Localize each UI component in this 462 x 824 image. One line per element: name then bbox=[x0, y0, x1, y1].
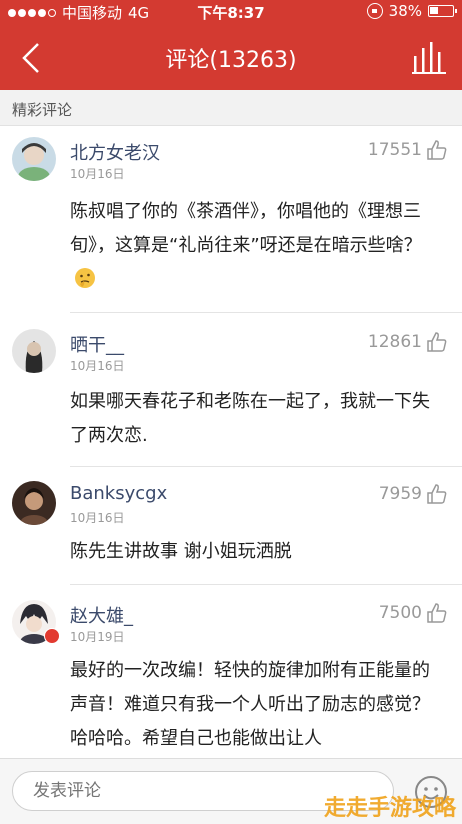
comment-text: 如果哪天春花子和老陈在一起了，我就一下失了两次恋. bbox=[70, 391, 430, 446]
comment-item: 晒干__ 10月16日 12861 如果哪天春花子和老陈在一起了，我就一下失了两… bbox=[0, 329, 462, 467]
like-button[interactable]: 7500 bbox=[379, 602, 448, 624]
watermark-text: 走走手游攻略 bbox=[323, 796, 456, 821]
avatar[interactable] bbox=[12, 329, 56, 373]
status-right: 38% bbox=[366, 2, 457, 20]
section-title: 精彩评论 bbox=[12, 101, 73, 119]
nav-bar: 评论(13263) bbox=[0, 24, 462, 90]
thinking-face-icon bbox=[75, 268, 95, 288]
stats-icon[interactable] bbox=[412, 42, 446, 74]
verified-badge-icon bbox=[44, 628, 60, 644]
comment-text: 陈先生讲故事 谢小姐玩洒脱 bbox=[70, 541, 292, 562]
divider bbox=[70, 466, 462, 467]
like-count: 7500 bbox=[378, 603, 422, 623]
like-count: 12861 bbox=[367, 332, 422, 352]
username[interactable]: Banksycgx bbox=[70, 483, 167, 504]
divider bbox=[70, 312, 462, 313]
comment-text: 陈叔唱了你的《茶酒伴》，你唱他的《理想三旬》，这算是“礼尚往来”呀还是在暗示些啥… bbox=[70, 195, 444, 297]
bottom-bar: 走走手游攻略 bbox=[0, 758, 462, 824]
status-bar: 中国移动 4G 下午8:37 38% bbox=[0, 0, 462, 24]
like-count: 7959 bbox=[378, 484, 422, 504]
section-header: 精彩评论 bbox=[0, 90, 462, 126]
comment-date: 10月16日 bbox=[70, 511, 125, 525]
like-count: 17551 bbox=[367, 140, 422, 160]
comment-item: 赵大雄_ 10月19日 7500 最好的一次改编！轻快的旋律加附有正能量的声音！… bbox=[0, 600, 462, 758]
page-title: 评论(13263) bbox=[165, 48, 297, 73]
like-button[interactable]: 12861 bbox=[368, 331, 448, 353]
thumbs-up-icon bbox=[427, 332, 447, 352]
comment-date: 10月16日 bbox=[70, 359, 125, 373]
comment-text: 最好的一次改编！轻快的旋律加附有正能量的声音！难道只有我一个人听出了励志的感觉？… bbox=[70, 660, 430, 749]
username[interactable]: 赵大雄_ bbox=[70, 602, 133, 628]
comment-item: 北方女老汉 10月16日 17551 陈叔唱了你的《茶酒伴》，你唱他的《理想三旬… bbox=[0, 137, 462, 313]
username[interactable]: 晒干__ bbox=[70, 331, 124, 357]
battery-label: 38% bbox=[388, 2, 422, 20]
thumbs-up-icon bbox=[427, 484, 447, 504]
like-button[interactable]: 17551 bbox=[368, 139, 448, 161]
battery-icon bbox=[428, 5, 457, 17]
like-button[interactable]: 7959 bbox=[379, 483, 448, 505]
comment-date: 10月16日 bbox=[70, 167, 125, 181]
username[interactable]: 北方女老汉 bbox=[70, 139, 160, 165]
thumbs-up-icon bbox=[427, 140, 447, 160]
divider bbox=[70, 584, 462, 585]
avatar[interactable] bbox=[12, 137, 56, 181]
rotation-lock-icon bbox=[366, 3, 383, 19]
thumbs-up-icon bbox=[427, 603, 447, 623]
comment-date: 10月19日 bbox=[70, 630, 125, 644]
comment-item: Banksycgx 10月16日 7959 陈先生讲故事 谢小姐玩洒脱 bbox=[0, 481, 462, 585]
avatar[interactable] bbox=[12, 481, 56, 525]
